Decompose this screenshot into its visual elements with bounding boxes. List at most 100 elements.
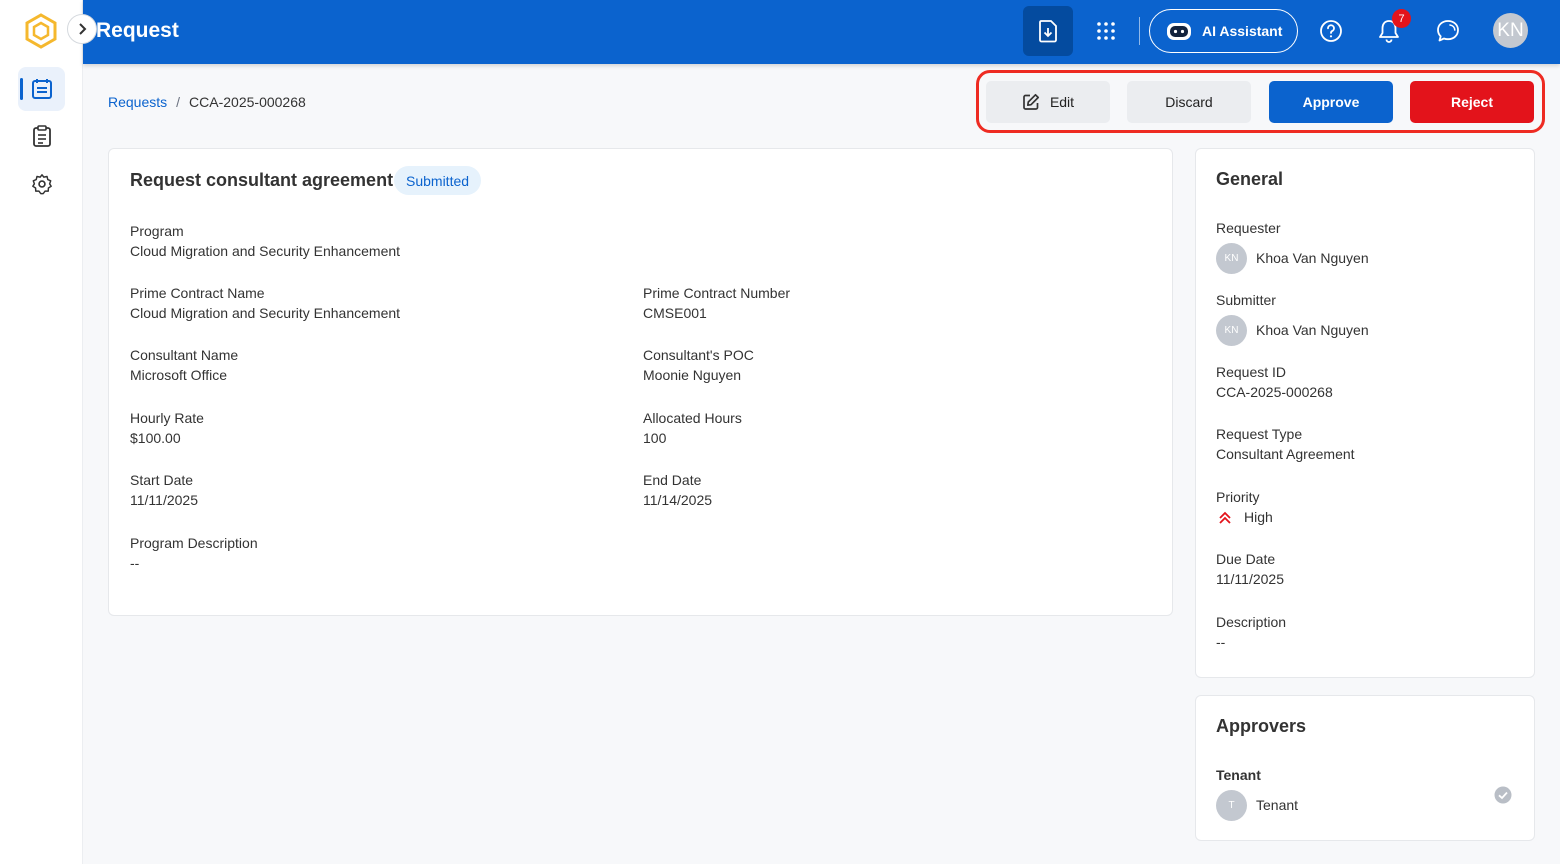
field-value: 11/14/2025	[643, 492, 713, 508]
field-label: Start Date	[130, 472, 194, 488]
requester-name: Khoa Van Nguyen	[1256, 250, 1369, 266]
field-label: Priority	[1216, 489, 1260, 505]
notification-badge: 7	[1392, 9, 1411, 28]
avatar: KN	[1216, 243, 1247, 274]
apps-grid-button[interactable]	[1093, 18, 1119, 44]
field-value: Cloud Migration and Security Enhancement	[130, 305, 401, 321]
field-value: $100.00	[130, 430, 181, 446]
general-card: General Requester KN Khoa Van Nguyen Sub…	[1195, 148, 1535, 678]
top-bar: Request AI Assistant 7 KN	[83, 0, 1560, 64]
requester-person: KN Khoa Van Nguyen	[1216, 243, 1369, 274]
discard-button[interactable]: Discard	[1127, 81, 1251, 123]
status-badge: Submitted	[394, 166, 482, 195]
field-label: Request ID	[1216, 364, 1287, 380]
check-circle-icon	[1494, 786, 1512, 804]
breadcrumb-link-requests[interactable]: Requests	[108, 94, 167, 110]
field-value: --	[130, 555, 140, 571]
field-allocated-hours: Allocated Hours 100	[643, 408, 742, 449]
approver-name: Tenant	[1256, 797, 1299, 813]
apps-grid-icon	[1097, 22, 1115, 40]
field-start-date: Start Date 11/11/2025	[130, 470, 198, 511]
field-request-type: Request Type Consultant Agreement	[1216, 424, 1355, 465]
field-value: CMSE001	[643, 305, 707, 321]
field-value: Moonie Nguyen	[643, 367, 742, 383]
chevron-right-icon	[79, 23, 87, 35]
page-title: Request	[96, 19, 179, 42]
field-label: Allocated Hours	[643, 410, 742, 426]
hexagon-logo-icon[interactable]	[24, 13, 58, 49]
field-value: --	[1216, 634, 1226, 650]
field-value: 11/11/2025	[1216, 571, 1284, 587]
priority-value: High	[1216, 507, 1273, 528]
approver-group-label: Tenant	[1216, 767, 1261, 783]
approve-button[interactable]: Approve	[1269, 81, 1393, 123]
priority-high-icon	[1219, 511, 1231, 524]
toolbar-divider	[1139, 17, 1140, 45]
field-label: Program	[130, 223, 184, 239]
submitter-person: KN Khoa Van Nguyen	[1216, 315, 1369, 346]
chat-icon[interactable]	[1435, 18, 1461, 44]
field-label: Due Date	[1216, 551, 1276, 567]
edit-label: Edit	[1049, 94, 1075, 110]
field-value: 11/11/2025	[130, 492, 198, 508]
field-label: End Date	[643, 472, 702, 488]
approver-group: Tenant T Tenant	[1216, 765, 1298, 821]
approvers-title: Approvers	[1216, 716, 1307, 736]
field-description: Description --	[1216, 612, 1286, 653]
user-avatar[interactable]: KN	[1493, 13, 1528, 48]
sidebar-item-settings[interactable]	[18, 162, 65, 206]
field-value: CCA-2025-000268	[1216, 384, 1333, 400]
sidebar-item-documents[interactable]	[18, 114, 65, 158]
download-file-icon	[1039, 20, 1057, 43]
avatar: T	[1216, 790, 1247, 821]
field-label: Hourly Rate	[130, 410, 204, 426]
field-due-date: Due Date 11/11/2025	[1216, 549, 1284, 590]
field-label: Description	[1216, 614, 1287, 630]
edit-icon	[1023, 93, 1039, 110]
field-requester: Requester KN Khoa Van Nguyen	[1216, 218, 1369, 274]
approvers-card: Approvers Tenant T Tenant	[1195, 695, 1535, 841]
edit-button[interactable]: Edit	[986, 81, 1110, 123]
field-value: Microsoft Office	[130, 367, 227, 383]
active-indicator	[20, 78, 23, 100]
gear-icon	[31, 174, 52, 195]
field-value: 100	[643, 430, 667, 446]
field-program-description: Program Description --	[130, 533, 258, 574]
avatar: KN	[1216, 315, 1247, 346]
field-label: Request Type	[1216, 426, 1303, 442]
priority-text: High	[1244, 509, 1273, 525]
left-sidebar	[0, 0, 83, 864]
clipboard-list-icon	[32, 125, 51, 147]
field-label: Program Description	[130, 535, 258, 551]
ai-assistant-button[interactable]: AI Assistant	[1149, 9, 1298, 53]
field-program: Program Cloud Migration and Security Enh…	[130, 221, 400, 262]
field-end-date: End Date 11/14/2025	[643, 470, 712, 511]
calendar-list-icon	[31, 79, 52, 99]
submitter-name: Khoa Van Nguyen	[1256, 322, 1369, 338]
field-label: Consultant's POC	[643, 347, 754, 363]
help-icon[interactable]	[1319, 19, 1343, 43]
field-label: Submitter	[1216, 292, 1276, 308]
field-request-id: Request ID CCA-2025-000268	[1216, 362, 1333, 403]
request-details-card: Request consultant agreement Submitted P…	[108, 148, 1173, 616]
reject-button[interactable]: Reject	[1410, 81, 1534, 123]
field-consultant-poc: Consultant's POC Moonie Nguyen	[643, 345, 754, 386]
breadcrumb: Requests / CCA-2025-000268	[108, 94, 306, 110]
sidebar-item-requests[interactable]	[18, 67, 65, 111]
field-hourly-rate: Hourly Rate $100.00	[130, 408, 204, 449]
robot-icon	[1167, 23, 1191, 40]
download-button[interactable]	[1023, 6, 1073, 56]
request-title: Request consultant agreement	[130, 170, 394, 190]
field-label: Consultant Name	[130, 347, 239, 363]
field-label: Prime Contract Number	[643, 285, 791, 301]
field-label: Prime Contract Name	[130, 285, 265, 301]
breadcrumb-current: CCA-2025-000268	[189, 94, 306, 110]
field-prime-contract-number: Prime Contract Number CMSE001	[643, 283, 790, 324]
ai-assistant-label: AI Assistant	[1202, 23, 1283, 39]
field-consultant-name: Consultant Name Microsoft Office	[130, 345, 238, 386]
approver-person: T Tenant	[1216, 790, 1298, 821]
field-submitter: Submitter KN Khoa Van Nguyen	[1216, 290, 1369, 346]
field-label: Requester	[1216, 220, 1281, 236]
field-value: Cloud Migration and Security Enhancement	[130, 243, 401, 259]
sidebar-expand-button[interactable]	[67, 14, 97, 44]
